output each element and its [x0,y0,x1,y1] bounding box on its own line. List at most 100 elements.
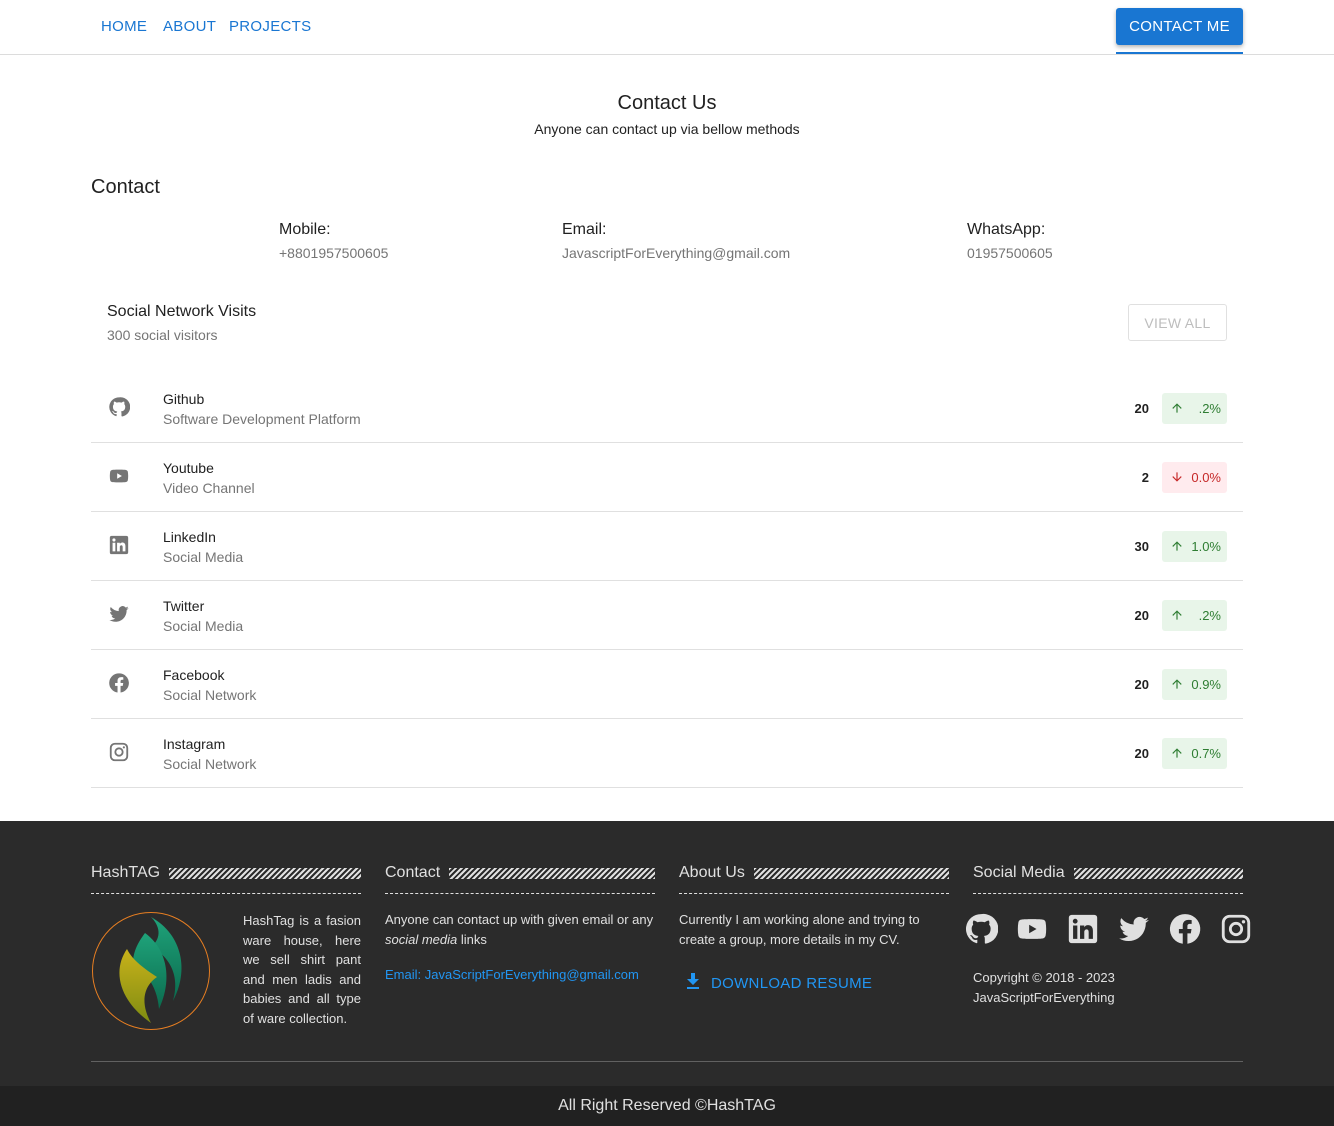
social-row-name: Youtube [163,460,214,476]
social-row-description: Social Media [163,549,244,565]
page-title: Contact Us [617,92,717,114]
instagram-icon[interactable] [1219,912,1253,946]
social-row-facebook[interactable]: Facebook Social Network 20 0.9% [91,650,1243,719]
trend-value: .2% [1198,401,1221,416]
trend-badge: 1.0% [1162,531,1227,562]
social-row-description: Software Development Platform [163,411,361,427]
rights-text: All Right Reserved ©HashTAG [558,1097,776,1114]
download-resume-label: DOWNLOAD RESUME [711,975,873,992]
arrow-down-icon [1170,470,1184,484]
social-row-twitter[interactable]: Twitter Social Media 20 .2% [91,581,1243,650]
contact-text-part: links [457,931,487,947]
social-row-name: Github [163,391,205,407]
trend-value: 0.7% [1191,746,1221,761]
footer: HashTAG HashTag is a fasion ware house, … [0,821,1334,1086]
footer-contact-title: Contact [385,864,441,881]
dashed-divider [679,893,949,894]
mobile-label: Mobile: [279,221,331,238]
social-row-instagram[interactable]: Instagram Social Network 20 0.7% [91,719,1243,788]
social-row-count: 20 [1134,608,1149,623]
arrow-up-icon [1170,746,1184,760]
trend-value: 0.9% [1191,677,1221,692]
social-row-description: Social Network [163,687,257,703]
nav-about-link[interactable]: ABOUT [163,18,216,35]
whatsapp-value: 01957500605 [967,245,1053,261]
social-row-name: LinkedIn [163,529,216,545]
title-stripe-divider [449,868,655,879]
facebook-icon[interactable] [1168,912,1202,946]
github-icon[interactable] [964,912,999,946]
social-visits-title: Social Network Visits [107,303,257,320]
active-tab-indicator [1116,52,1243,54]
arrow-up-icon [1170,677,1184,691]
footer-about-text: Currently I am working alone and trying … [679,912,920,947]
footer-contact-text: Anyone can contact up with given email o… [385,910,655,949]
hashtag-description: HashTag is a fasion ware house, here we … [243,913,361,1026]
download-icon [686,973,700,989]
social-row-name: Facebook [163,667,225,683]
footer-about-title: About Us [679,864,745,881]
trend-badge: 0.0% [1162,462,1227,493]
whatsapp-label: WhatsApp: [967,221,1046,238]
trend-value: 1.0% [1191,539,1221,554]
hashtag-logo [92,912,210,1030]
youtube-icon[interactable] [1015,912,1049,946]
trend-badge: .2% [1162,600,1227,631]
footer-social-title: Social Media [973,864,1065,881]
trend-value: 0.0% [1191,470,1221,485]
email-value: JavascriptForEverything@gmail.com [562,245,791,261]
bottom-bar: All Right Reserved ©HashTAG [0,1086,1334,1126]
copyright-owner: JavaScriptForEverything [973,989,1115,1005]
contact-text-emphasis: social media [385,931,458,947]
contact-text-part: Anyone can contact up with given email o… [385,912,654,927]
social-row-count: 20 [1134,746,1149,761]
title-stripe-divider [754,868,949,879]
trend-badge: .2% [1162,393,1227,424]
youtube-icon [108,465,130,487]
social-row-description: Video Channel [163,480,255,496]
social-row-count: 20 [1134,677,1149,692]
social-row-youtube[interactable]: Youtube Video Channel 2 0.0% [91,443,1243,512]
view-all-button[interactable]: VIEW ALL [1128,304,1227,341]
nav-projects-link[interactable]: PROJECTS [229,18,311,35]
trend-value: .2% [1198,608,1221,623]
instagram-icon [108,741,130,763]
twitter-icon [108,603,130,625]
social-row-description: Social Media [163,618,244,634]
trend-badge: 0.7% [1162,738,1227,769]
github-icon [108,396,131,418]
social-row-description: Social Network [163,756,257,772]
dashed-divider [973,893,1243,894]
contact-heading: Contact [91,176,160,198]
nav-home-link[interactable]: HOME [101,18,147,35]
social-row-count: 30 [1134,539,1149,554]
arrow-up-icon [1170,539,1184,553]
social-row-name: Twitter [163,598,205,614]
arrow-up-icon [1170,608,1184,622]
title-stripe-divider [169,868,361,879]
social-row-count: 20 [1134,401,1149,416]
linkedin-icon[interactable] [1066,912,1100,946]
mobile-value: +8801957500605 [279,245,389,261]
linkedin-icon [108,534,130,556]
dashed-divider [91,893,361,894]
social-row-count: 2 [1141,470,1149,485]
copyright-text: Copyright © 2018 - 2023 JavaScriptForEve… [973,968,1115,1007]
dashed-divider [385,893,655,894]
contact-me-button[interactable]: CONTACT ME [1116,8,1243,45]
twitter-icon[interactable] [1117,912,1151,946]
top-nav: HOME ABOUT PROJECTS CONTACT ME [0,0,1334,55]
footer-divider [91,1061,1243,1062]
arrow-up-icon [1170,401,1184,415]
social-row-linkedin[interactable]: LinkedIn Social Media 30 1.0% [91,512,1243,581]
email-label: Email: [562,221,607,238]
facebook-icon [108,672,130,694]
footer-email-link[interactable]: Email: JavaScriptForEverything@gmail.com [385,967,639,982]
copyright-line: Copyright © 2018 - 2023 [973,970,1115,985]
social-row-github[interactable]: Github Software Development Platform 20 .2% [91,374,1243,443]
social-row-name: Instagram [163,736,226,752]
social-visits-subtitle: 300 social visitors [107,327,218,343]
trend-badge: 0.9% [1162,669,1227,700]
page-subtitle: Anyone can contact up via bellow methods [534,121,800,137]
footer-hashtag-title: HashTAG [91,864,161,881]
